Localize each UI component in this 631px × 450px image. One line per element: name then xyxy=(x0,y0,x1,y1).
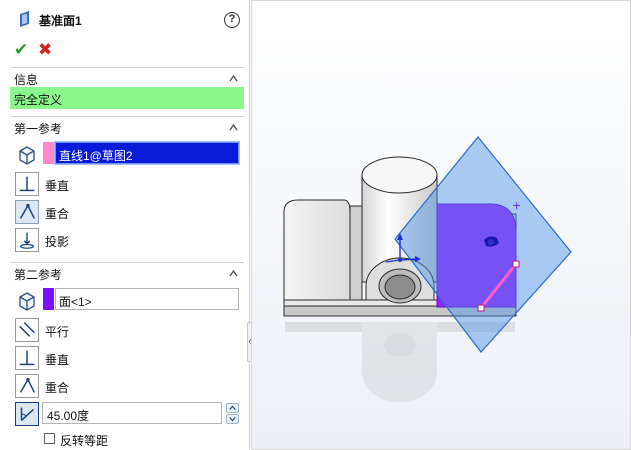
second-ref-parallel-option[interactable]: 平行 xyxy=(15,318,215,342)
flip-offset-label: 反转等距 xyxy=(60,434,109,448)
info-section-title: 信息 xyxy=(14,73,39,87)
left-upright[interactable] xyxy=(283,199,351,301)
parallel-icon[interactable] xyxy=(15,318,39,342)
first-ref-coincident-option[interactable]: 重合 xyxy=(15,200,215,224)
second-reference-title: 第二参考 xyxy=(14,268,63,282)
spin-up-button[interactable] xyxy=(226,403,239,413)
help-icon[interactable]: ? xyxy=(224,12,240,28)
option-label: 投影 xyxy=(45,235,70,249)
model-scene: + xyxy=(283,136,572,403)
plane-feature-icon xyxy=(20,11,29,27)
project-icon[interactable] xyxy=(15,228,39,252)
property-manager-panel: 基准面1 ? ✔ ✖ 信息 完全定义 第一参考 直线1@草图2 垂直 重合 投影… xyxy=(0,0,250,450)
cube-reference-icon xyxy=(19,292,35,311)
first-reference-color-chip xyxy=(43,142,54,164)
second-ref-perpendicular-option[interactable]: 垂直 xyxy=(15,346,215,370)
chevron-up-icon[interactable] xyxy=(229,269,238,278)
info-section-header[interactable]: 信息 xyxy=(10,67,244,87)
perpendicular-icon[interactable] xyxy=(15,346,39,370)
option-label: 重合 xyxy=(45,381,70,395)
first-reference-header[interactable]: 第一参考 xyxy=(10,116,244,136)
option-label: 平行 xyxy=(45,325,70,339)
origin-plus-marker: + xyxy=(512,199,521,212)
perpendicular-icon[interactable] xyxy=(15,172,39,196)
second-reference-color-chip xyxy=(43,288,54,310)
cylinder-top[interactable] xyxy=(361,156,438,194)
first-reference-selection-field[interactable]: 直线1@草图2 xyxy=(54,141,240,165)
coincident-icon[interactable] xyxy=(15,200,39,224)
graphics-viewport[interactable]: + xyxy=(251,0,631,450)
flip-offset-checkbox[interactable] xyxy=(44,433,55,444)
angle-value: 45.00度 xyxy=(47,409,90,423)
cancel-button[interactable]: ✖ xyxy=(38,40,56,60)
second-reference-header[interactable]: 第二参考 xyxy=(10,262,244,282)
first-ref-perpendicular-option[interactable]: 垂直 xyxy=(15,172,215,196)
status-text: 完全定义 xyxy=(14,93,63,107)
angle-input[interactable]: 45.00度 xyxy=(42,402,222,424)
cube-reference-icon xyxy=(19,146,35,165)
angle-icon[interactable] xyxy=(15,402,39,426)
option-label: 垂直 xyxy=(45,353,70,367)
first-reference-title: 第一参考 xyxy=(14,122,63,136)
second-reference-selection-field[interactable]: 面<1> xyxy=(55,288,239,310)
coincident-icon[interactable] xyxy=(15,374,39,398)
spin-down-button[interactable] xyxy=(226,414,239,424)
chevron-up-icon[interactable] xyxy=(229,74,238,83)
hinge-hole[interactable] xyxy=(384,274,416,300)
ok-button[interactable]: ✔ xyxy=(14,40,32,60)
panel-header: 基准面1 ? xyxy=(0,0,249,40)
chevron-up-icon[interactable] xyxy=(229,123,238,132)
first-ref-project-option[interactable]: 投影 xyxy=(15,228,215,252)
panel-title: 基准面1 xyxy=(39,14,82,28)
line-endpoint[interactable] xyxy=(477,304,485,312)
line-endpoint[interactable] xyxy=(512,260,520,268)
option-label: 垂直 xyxy=(45,179,70,193)
option-label: 重合 xyxy=(45,207,70,221)
first-reference-selection-text: 直线1@草图2 xyxy=(59,149,133,163)
status-badge: 完全定义 xyxy=(10,87,244,109)
second-reference-selection-text: 面<1> xyxy=(59,295,92,309)
second-ref-coincident-option[interactable]: 重合 xyxy=(15,374,215,398)
